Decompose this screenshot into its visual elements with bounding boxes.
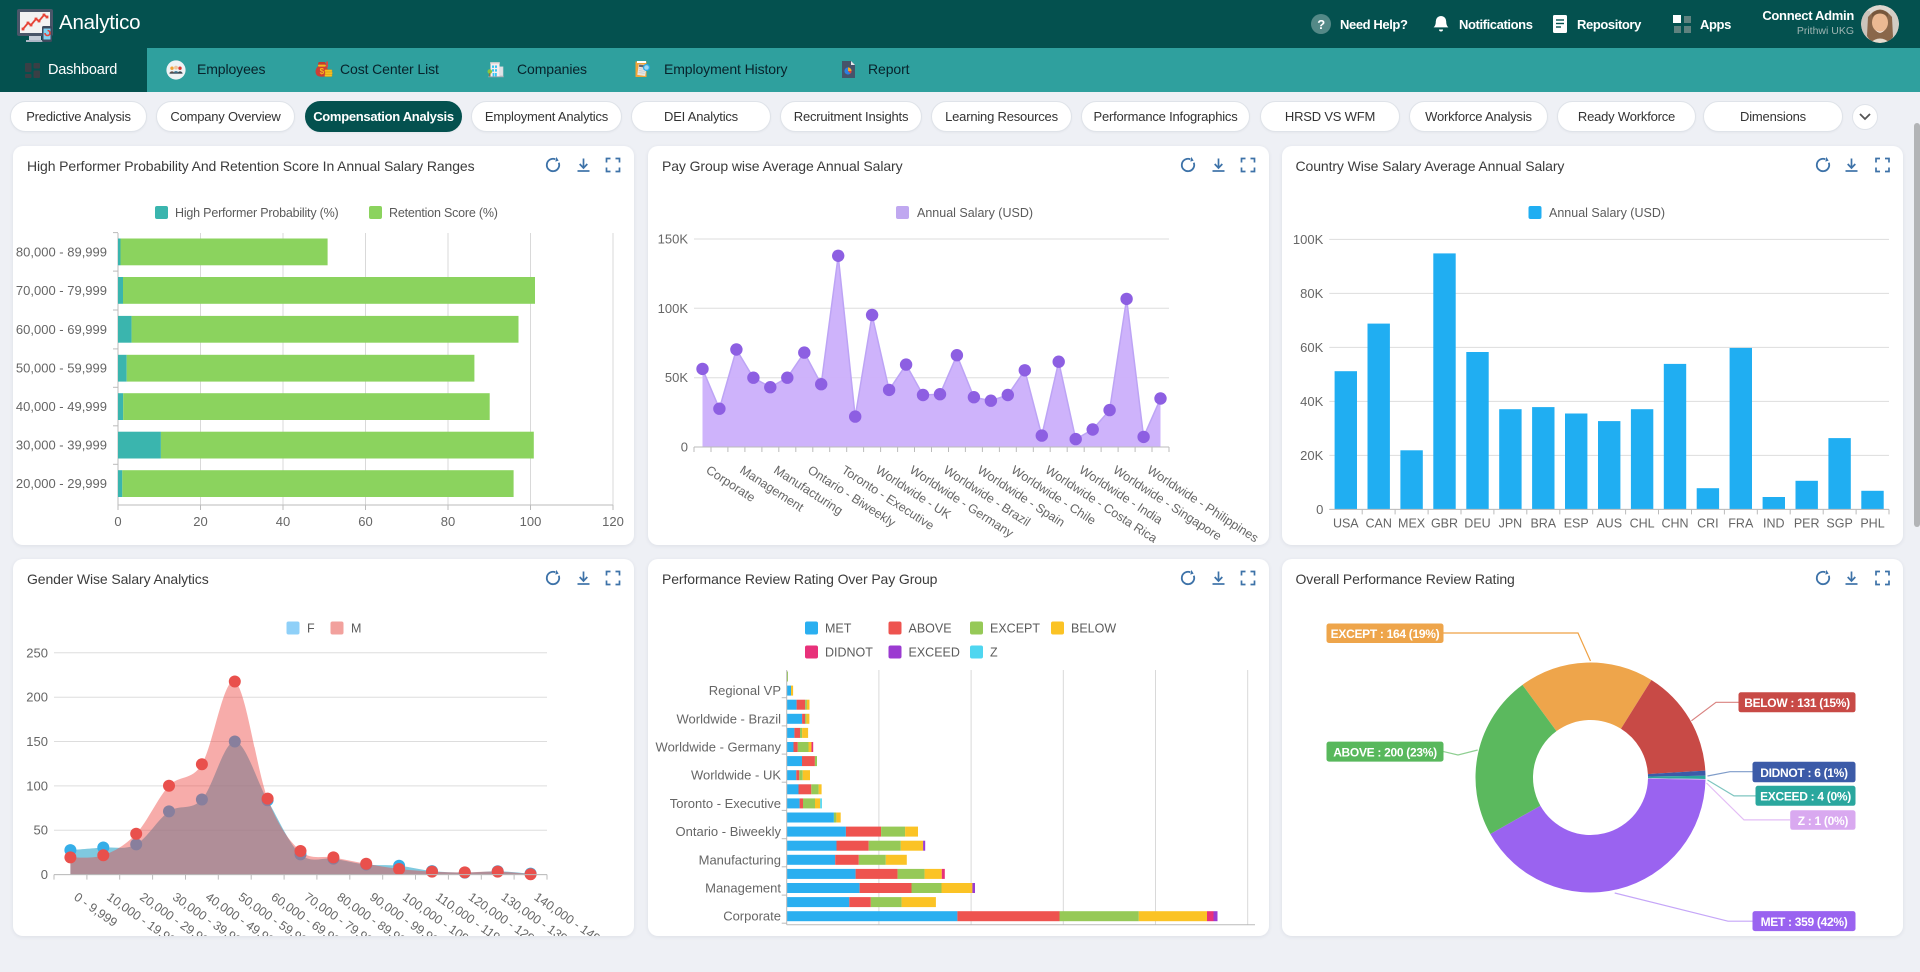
- svg-text:0: 0: [681, 440, 688, 455]
- svg-text:0: 0: [41, 867, 48, 882]
- svg-text:Regional VP: Regional VP: [709, 683, 781, 698]
- svg-text:CHN: CHN: [1661, 517, 1688, 531]
- svg-text:60: 60: [358, 514, 372, 529]
- svg-text:?: ?: [1317, 17, 1325, 32]
- svg-text:EXCEED : 4 (0%): EXCEED : 4 (0%): [1760, 790, 1851, 804]
- svg-text:80K: 80K: [1300, 286, 1323, 301]
- svg-text:MET : 359 (42%): MET : 359 (42%): [1760, 915, 1847, 929]
- svg-text:SGP: SGP: [1826, 517, 1852, 531]
- svg-text:Annual Salary (USD): Annual Salary (USD): [917, 206, 1033, 220]
- svg-text:FRA: FRA: [1728, 517, 1754, 531]
- svg-text:DEU: DEU: [1464, 517, 1490, 531]
- svg-text:100: 100: [520, 514, 542, 529]
- svg-text:Ontario - Biweekly: Ontario - Biweekly: [676, 824, 782, 839]
- svg-text:250: 250: [26, 645, 48, 660]
- svg-text:200: 200: [26, 690, 48, 705]
- svg-text:Annual Salary (USD): Annual Salary (USD): [1549, 206, 1665, 220]
- svg-text:PER: PER: [1793, 517, 1819, 531]
- svg-text:DIDNOT: DIDNOT: [825, 646, 873, 660]
- svg-text:GBR: GBR: [1430, 517, 1457, 531]
- svg-text:AUS: AUS: [1596, 517, 1622, 531]
- svg-text:ABOVE : 200 (23%): ABOVE : 200 (23%): [1333, 745, 1437, 759]
- svg-text:EXCEED: EXCEED: [909, 646, 960, 660]
- svg-text:40: 40: [276, 514, 290, 529]
- svg-text:ABOVE: ABOVE: [909, 622, 952, 636]
- svg-text:150K: 150K: [658, 232, 689, 247]
- svg-text:MEX: MEX: [1398, 517, 1426, 531]
- svg-text:DIDNOT : 6 (1%): DIDNOT : 6 (1%): [1760, 766, 1848, 780]
- svg-text:EXCEPT : 164 (19%): EXCEPT : 164 (19%): [1330, 627, 1439, 641]
- svg-text:100: 100: [26, 778, 48, 793]
- svg-text:0: 0: [114, 514, 121, 529]
- svg-text:BELOW : 131 (15%): BELOW : 131 (15%): [1744, 696, 1850, 710]
- svg-text:Corporate: Corporate: [723, 909, 781, 924]
- svg-text:CRI: CRI: [1697, 517, 1719, 531]
- svg-text:PHL: PHL: [1860, 517, 1884, 531]
- svg-text:20: 20: [193, 514, 207, 529]
- svg-text:$: $: [320, 67, 325, 76]
- svg-text:Toronto - Executive: Toronto - Executive: [670, 796, 781, 811]
- svg-text:CAN: CAN: [1365, 517, 1391, 531]
- svg-text:80,000 - 89,999: 80,000 - 89,999: [16, 244, 107, 259]
- svg-text:High Performer Probability (%): High Performer Probability (%): [175, 206, 339, 220]
- svg-text:100K: 100K: [1292, 232, 1323, 247]
- svg-text:Management: Management: [705, 881, 781, 896]
- svg-text:150: 150: [26, 734, 48, 749]
- svg-text:Worldwide - UK: Worldwide - UK: [691, 768, 781, 783]
- svg-text:ESP: ESP: [1563, 517, 1588, 531]
- svg-text:Retention Score (%): Retention Score (%): [389, 206, 498, 220]
- svg-text:20K: 20K: [1300, 448, 1323, 463]
- svg-text:Worldwide - Germany: Worldwide - Germany: [656, 740, 782, 755]
- svg-text:CHL: CHL: [1629, 517, 1654, 531]
- svg-text:Z : 1 (0%): Z : 1 (0%): [1797, 814, 1848, 828]
- svg-text:MET: MET: [825, 622, 852, 636]
- svg-text:100K: 100K: [658, 301, 689, 316]
- svg-text:50: 50: [34, 823, 48, 838]
- svg-text:50,000 - 59,999: 50,000 - 59,999: [16, 361, 107, 376]
- svg-text:IND: IND: [1763, 517, 1785, 531]
- svg-text:Z: Z: [990, 646, 998, 660]
- svg-text:60K: 60K: [1300, 340, 1323, 355]
- svg-text:120: 120: [602, 514, 624, 529]
- svg-text:BELOW: BELOW: [1071, 622, 1116, 636]
- svg-text:M: M: [351, 622, 361, 636]
- svg-text:F: F: [307, 622, 315, 636]
- svg-text:Manufacturing: Manufacturing: [699, 852, 781, 867]
- svg-text:80: 80: [441, 514, 455, 529]
- svg-text:BRA: BRA: [1530, 517, 1556, 531]
- svg-text:60,000 - 69,999: 60,000 - 69,999: [16, 322, 107, 337]
- svg-text:40K: 40K: [1300, 394, 1323, 409]
- svg-text:USA: USA: [1332, 517, 1358, 531]
- svg-text:EXCEPT: EXCEPT: [990, 622, 1040, 636]
- svg-text:70,000 - 79,999: 70,000 - 79,999: [16, 283, 107, 298]
- svg-text:50K: 50K: [665, 370, 688, 385]
- svg-text:40,000 - 49,999: 40,000 - 49,999: [16, 399, 107, 414]
- svg-text:20,000 - 29,999: 20,000 - 29,999: [16, 476, 107, 491]
- svg-text:30,000 - 39,999: 30,000 - 39,999: [16, 438, 107, 453]
- svg-text:JPN: JPN: [1498, 517, 1522, 531]
- svg-text:Worldwide - Brazil: Worldwide - Brazil: [676, 711, 781, 726]
- svg-text:0: 0: [1316, 502, 1323, 517]
